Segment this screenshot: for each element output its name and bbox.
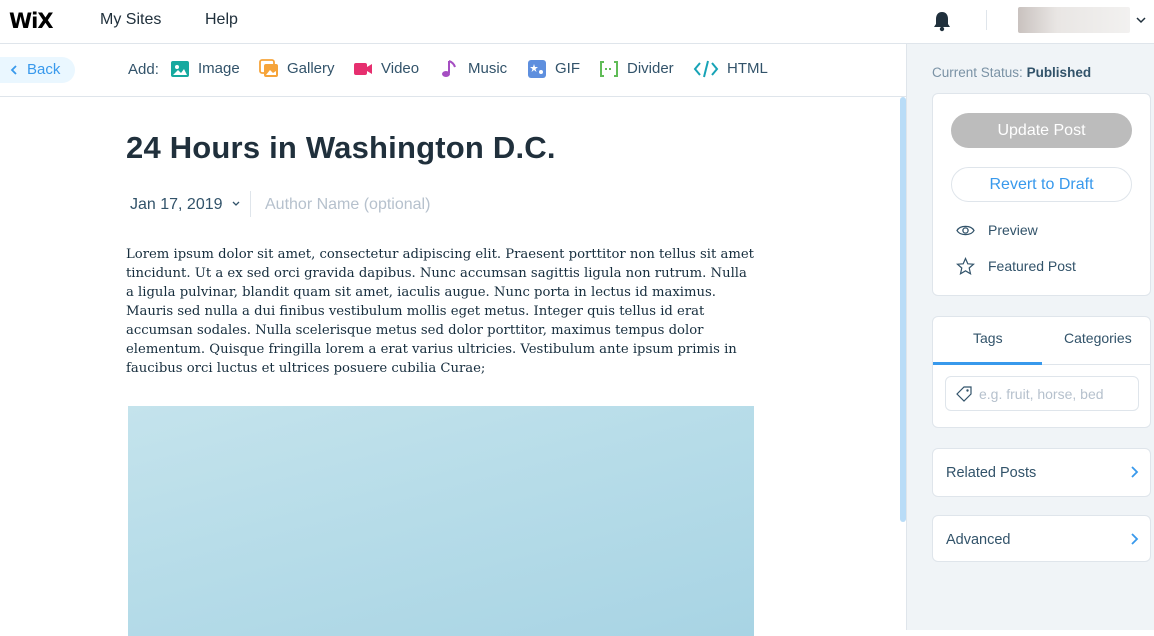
chevron-right-icon[interactable]: [1130, 466, 1139, 478]
featured-post-action[interactable]: Featured Post: [956, 256, 1076, 276]
advanced-label: Advanced: [946, 532, 1011, 548]
post-body[interactable]: Lorem ipsum dolor sit amet, consectetur …: [126, 245, 758, 378]
tags-input[interactable]: [979, 383, 1129, 405]
update-post-button[interactable]: Update Post: [951, 113, 1132, 148]
author-name-input[interactable]: Author Name (optional): [265, 196, 430, 214]
editor-toolbar: Back Add: Image Gallery Video Music GIF …: [0, 44, 906, 97]
tool-label-gif: GIF: [555, 60, 580, 77]
tool-label-divider: Divider: [627, 60, 674, 77]
tool-label-video: Video: [381, 60, 420, 77]
html-icon: [693, 60, 719, 78]
add-label: Add:: [128, 61, 159, 78]
star-icon: [956, 256, 975, 275]
tool-label-music: Music: [468, 60, 508, 77]
add-gif-button[interactable]: GIF: [527, 58, 580, 80]
post-date[interactable]: Jan 17, 2019: [130, 196, 223, 214]
gallery-icon: [259, 59, 278, 77]
add-html-button[interactable]: HTML: [693, 58, 768, 80]
tool-label-gallery: Gallery: [287, 60, 335, 77]
top-bar: WiX My Sites Help: [0, 0, 1154, 44]
related-posts-label: Related Posts: [946, 465, 1037, 481]
add-video-button[interactable]: Video: [353, 58, 419, 80]
preview-action[interactable]: Preview: [956, 220, 1038, 240]
tags-field[interactable]: [945, 376, 1139, 411]
featured-post-label: Featured Post: [988, 258, 1076, 274]
divider-icon: [600, 61, 618, 77]
gif-icon: [528, 60, 546, 78]
video-icon: [354, 63, 372, 75]
add-image-button[interactable]: Image: [170, 58, 240, 80]
account-avatar[interactable]: [1018, 7, 1130, 33]
back-label: Back: [27, 61, 61, 78]
add-divider-button[interactable]: Divider: [599, 58, 674, 80]
add-music-button[interactable]: Music: [440, 58, 507, 80]
bell-icon[interactable]: [932, 10, 952, 32]
chevron-right-icon[interactable]: [1130, 533, 1139, 545]
tool-label-image: Image: [198, 60, 240, 77]
chevron-left-icon: [10, 65, 17, 75]
header-divider: [986, 10, 987, 30]
chevron-down-icon[interactable]: [1135, 14, 1147, 26]
nav-help[interactable]: Help: [205, 11, 238, 29]
tab-tags[interactable]: Tags: [973, 330, 1003, 346]
add-gallery-button[interactable]: Gallery: [259, 58, 335, 80]
post-status: Current Status: Published: [932, 65, 1091, 80]
nav-my-sites[interactable]: My Sites: [100, 11, 161, 29]
tag-icon: [956, 386, 972, 402]
status-label: Current Status:: [932, 65, 1023, 80]
preview-label: Preview: [988, 222, 1038, 238]
chevron-down-icon[interactable]: [231, 199, 241, 209]
tool-label-html: HTML: [727, 60, 768, 77]
post-hero-image[interactable]: [128, 406, 754, 636]
status-value: Published: [1026, 65, 1092, 80]
eye-icon: [956, 225, 975, 235]
music-icon: [442, 60, 456, 77]
wix-logo[interactable]: WiX: [9, 9, 54, 33]
revert-to-draft-button[interactable]: Revert to Draft: [951, 167, 1132, 202]
meta-divider: [250, 191, 251, 217]
tab-categories[interactable]: Categories: [1064, 330, 1132, 346]
back-button[interactable]: Back: [0, 57, 75, 83]
active-tab-indicator: [933, 362, 1042, 365]
image-icon: [171, 61, 189, 77]
post-title[interactable]: 24 Hours in Washington D.C.: [126, 130, 556, 166]
